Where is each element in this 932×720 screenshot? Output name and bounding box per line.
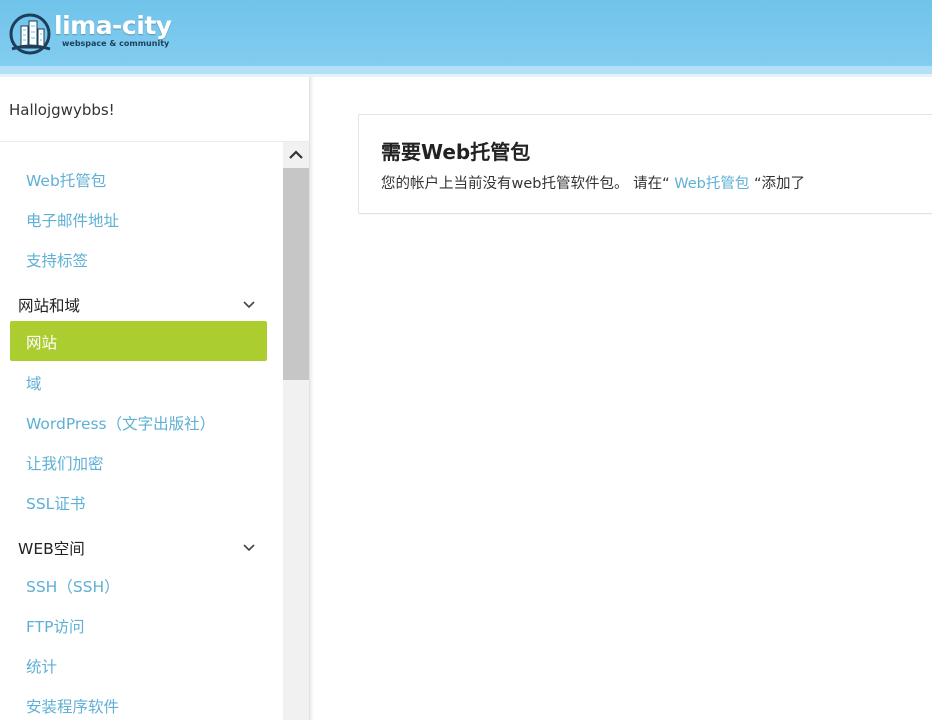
sidebar-item-ssh[interactable]: SSH（SSH）	[26, 575, 120, 597]
sidebar-item-web-hosting[interactable]: Web托管包	[26, 169, 106, 191]
logo-text: lima-city	[54, 11, 172, 40]
logo-building-icon	[9, 13, 51, 55]
chevron-up-icon	[289, 150, 303, 159]
sidebar-item-label: 网站	[26, 334, 58, 352]
sidebar-item-domains[interactable]: 域	[26, 372, 42, 394]
sidebar-scrollbar[interactable]	[283, 142, 309, 720]
chevron-down-icon[interactable]	[242, 297, 256, 311]
card-message: 您的帐户上当前没有web托管软件包。 请在“ Web托管包 “添加了	[381, 172, 805, 193]
sidebar: Hallojgwybbs! Web托管包 电子邮件地址 支持标签 网站和域 网站…	[0, 77, 310, 720]
user-greeting: Hallojgwybbs!	[9, 101, 115, 119]
sidebar-item-support[interactable]: 支持标签	[26, 249, 88, 271]
scroll-up-button[interactable]	[283, 142, 309, 168]
sidebar-item-websites-active[interactable]: 网站	[10, 321, 267, 361]
sidebar-scroll-area[interactable]: Web托管包 电子邮件地址 支持标签 网站和域 网站 域 WordPress（文…	[0, 142, 310, 720]
sidebar-item-installer[interactable]: 安装程序软件	[26, 695, 119, 717]
sidebar-item-ftp[interactable]: FTP访问	[26, 615, 84, 637]
sidebar-shadow	[310, 77, 314, 720]
card-text-after: “添加了	[753, 176, 805, 192]
logo-subtitle: webspace & community	[62, 39, 170, 48]
sidebar-item-email[interactable]: 电子邮件地址	[26, 209, 119, 231]
chevron-down-icon[interactable]	[242, 540, 256, 554]
card-text-before: 您的帐户上当前没有web托管软件包。 请在“	[381, 176, 670, 192]
sidebar-section-webspace[interactable]: WEB空间	[18, 537, 85, 559]
sidebar-item-ssl[interactable]: SSL证书	[26, 492, 85, 514]
web-hosting-link[interactable]: Web托管包	[670, 176, 754, 192]
sidebar-item-stats[interactable]: 统计	[26, 655, 57, 677]
sidebar-section-websites-domains[interactable]: 网站和域	[18, 294, 80, 316]
card-title: 需要Web托管包	[381, 140, 531, 164]
sidebar-item-wordpress[interactable]: WordPress（文字出版社）	[26, 412, 215, 434]
header-stripe	[0, 66, 932, 74]
top-header: lima-city webspace & community	[0, 0, 932, 66]
sidebar-item-letsencrypt[interactable]: 让我们加密	[26, 452, 104, 474]
notice-card: 需要Web托管包 您的帐户上当前没有web托管软件包。 请在“ Web托管包 “…	[358, 114, 932, 214]
scrollbar-thumb[interactable]	[283, 168, 309, 380]
logo[interactable]: lima-city webspace & community	[8, 10, 178, 56]
